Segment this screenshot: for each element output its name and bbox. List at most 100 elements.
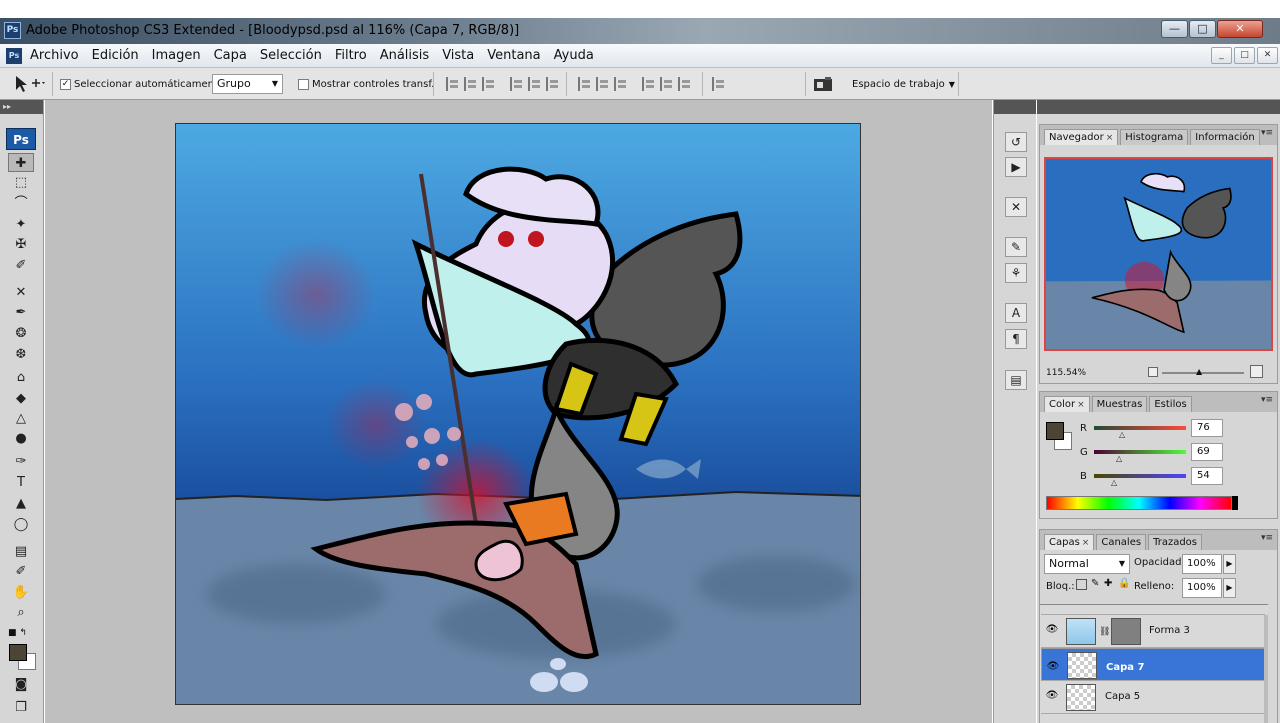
close-button[interactable]: ✕ <box>1217 20 1263 38</box>
menu-edicion[interactable]: Edición <box>92 48 139 63</box>
menu-filtro[interactable]: Filtro <box>335 48 367 63</box>
document-canvas[interactable] <box>175 123 861 705</box>
menu-ventana[interactable]: Ventana <box>487 48 540 63</box>
zoom-tool-icon[interactable]: ⌕ <box>8 603 34 622</box>
align-hcenter-icon[interactable] <box>528 77 542 91</box>
distribute-bottom-icon[interactable] <box>614 77 628 91</box>
blur-tool-icon[interactable]: △ <box>8 409 34 428</box>
menu-imagen[interactable]: Imagen <box>152 48 201 63</box>
tab-informacion[interactable]: Información <box>1190 129 1260 145</box>
zoom-out-icon[interactable] <box>1148 367 1158 377</box>
ps-logo[interactable]: Ps <box>6 128 36 150</box>
layer-name[interactable]: Forma 3 <box>1149 625 1190 636</box>
tab-navegador[interactable]: Navegador × <box>1044 129 1119 145</box>
fill-arrow-button[interactable]: ▶ <box>1223 578 1236 598</box>
blend-mode-dropdown[interactable]: Normal ▼ <box>1044 554 1130 574</box>
zoom-value[interactable]: 115.54% <box>1046 368 1086 378</box>
distribute-left-icon[interactable] <box>642 77 656 91</box>
move-tool-preset[interactable] <box>12 68 46 100</box>
fill-field[interactable]: 100% <box>1182 578 1222 598</box>
move-tool-icon[interactable]: ✚ <box>8 153 34 172</box>
visibility-eye-icon[interactable]: 👁 <box>1044 690 1060 704</box>
tools-panel-grip[interactable]: ▸▸ <box>0 100 43 114</box>
navigator-preview[interactable] <box>1044 157 1273 351</box>
distribute-vcenter-icon[interactable] <box>596 77 610 91</box>
swap-colors-icon[interactable]: ■ ↰ <box>8 628 27 638</box>
maximize-button[interactable]: □ <box>1189 20 1216 38</box>
healing-brush-icon[interactable]: ✕ <box>8 283 34 302</box>
menu-seleccion[interactable]: Selección <box>260 48 322 63</box>
magic-wand-icon[interactable]: ✦ <box>8 215 34 234</box>
align-top-icon[interactable] <box>446 77 460 91</box>
panel-menu-icon[interactable]: ▾≡ <box>1261 533 1273 543</box>
distribute-right-icon[interactable] <box>678 77 692 91</box>
doc-minimize-button[interactable]: _ <box>1211 47 1232 64</box>
lock-all-icon[interactable]: 🔒 <box>1118 578 1130 589</box>
chain-link-icon[interactable]: ⛓ <box>1099 627 1110 637</box>
layer-row-hidden[interactable] <box>1041 605 1265 615</box>
menu-vista[interactable]: Vista <box>442 48 474 63</box>
stamp-tool-icon[interactable]: ❂ <box>8 324 34 343</box>
zoom-in-icon[interactable] <box>1250 365 1263 378</box>
tab-muestras[interactable]: Muestras <box>1091 396 1148 412</box>
pen-tool-icon[interactable]: ✑ <box>8 452 34 471</box>
green-channel-slider[interactable]: △ <box>1094 450 1186 463</box>
green-value-field[interactable]: 69 <box>1191 443 1223 461</box>
auto-select-checkbox[interactable]: ✓ <box>60 78 71 90</box>
paint-bucket-icon[interactable]: ◆ <box>8 389 34 408</box>
shape-tool-icon[interactable]: ◯ <box>8 515 34 534</box>
lock-pixels-icon[interactable]: ✎ <box>1091 578 1099 589</box>
layers-scrollbar[interactable] <box>1264 615 1268 723</box>
menu-capa[interactable]: Capa <box>214 48 247 63</box>
opacity-arrow-button[interactable]: ▶ <box>1223 554 1236 574</box>
close-icon[interactable]: × <box>1106 133 1114 143</box>
tab-color[interactable]: Color × <box>1044 396 1090 412</box>
align-vcenter-icon[interactable] <box>464 77 478 91</box>
visibility-eye-icon[interactable]: 👁 <box>1045 658 1061 672</box>
workspace-icon[interactable] <box>813 76 835 92</box>
layer-name[interactable]: Capa 7 <box>1106 659 1144 677</box>
layer-row[interactable]: 👁 Capa 5 <box>1041 681 1265 714</box>
brush-tool-icon[interactable]: ✒ <box>8 303 34 322</box>
distribute-top-icon[interactable] <box>578 77 592 91</box>
icon-strip-grip[interactable] <box>994 100 1036 114</box>
brushes-panel-icon[interactable]: ✎ <box>1005 237 1027 257</box>
align-right-icon[interactable] <box>546 77 560 91</box>
blue-channel-slider[interactable]: △ <box>1094 474 1186 487</box>
path-selection-icon[interactable]: ▲ <box>8 494 34 513</box>
zoom-slider[interactable]: ▲ <box>1162 367 1244 376</box>
red-channel-slider[interactable]: △ <box>1094 426 1186 439</box>
color-spectrum-bar[interactable] <box>1046 496 1232 510</box>
quick-mask-icon[interactable]: ◙ <box>8 675 34 694</box>
show-transform-checkbox[interactable] <box>298 78 309 90</box>
slice-tool-icon[interactable]: ✐ <box>8 256 34 275</box>
menu-ayuda[interactable]: Ayuda <box>554 48 594 63</box>
dodge-tool-icon[interactable]: ● <box>8 429 34 448</box>
layer-row[interactable]: 👁 ⛓ Forma 3 <box>1041 615 1265 648</box>
hand-tool-icon[interactable]: ✋ <box>8 583 34 602</box>
marquee-tool-icon[interactable]: ⬚ <box>8 173 34 192</box>
blue-slider-thumb[interactable]: △ <box>1111 478 1117 487</box>
auto-select-dropdown[interactable]: Grupo ▼ <box>212 74 283 94</box>
lasso-tool-icon[interactable]: ⌒ <box>8 194 34 213</box>
close-icon[interactable]: × <box>1082 538 1090 548</box>
green-slider-thumb[interactable]: △ <box>1116 454 1122 463</box>
menu-analisis[interactable]: Análisis <box>380 48 429 63</box>
color-fg-swatch[interactable] <box>1046 422 1064 440</box>
align-bottom-icon[interactable] <box>482 77 496 91</box>
panel-dock-grip[interactable] <box>1037 100 1280 114</box>
type-tool-icon[interactable]: T <box>8 473 34 492</box>
menu-archivo[interactable]: Archivo <box>30 48 79 63</box>
align-left-icon[interactable] <box>510 77 524 91</box>
color-spectrum-black[interactable] <box>1232 496 1238 510</box>
doc-close-button[interactable]: ✕ <box>1257 47 1278 64</box>
history-panel-icon[interactable]: ↺ <box>1005 132 1027 152</box>
visibility-eye-icon[interactable]: 👁 <box>1044 624 1060 638</box>
layer-comps-icon[interactable]: ▤ <box>1005 370 1027 390</box>
close-icon[interactable]: × <box>1077 400 1085 410</box>
red-slider-thumb[interactable]: △ <box>1119 430 1125 439</box>
layer-row-selected[interactable]: 👁 Capa 7 <box>1041 648 1265 681</box>
document-icon[interactable]: Ps <box>6 48 22 64</box>
tool-presets-icon[interactable]: ✕ <box>1005 197 1027 217</box>
notes-tool-icon[interactable]: ▤ <box>8 542 34 561</box>
